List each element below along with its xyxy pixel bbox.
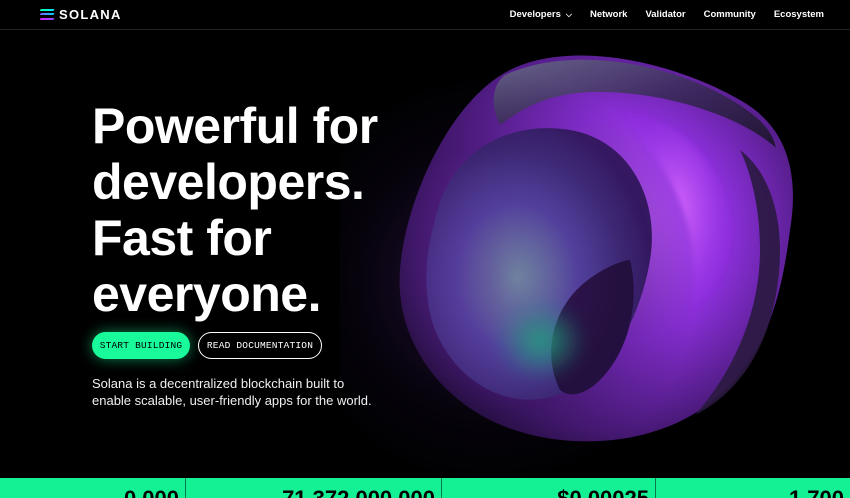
headline-line: everyone. [92,266,321,322]
headline-line: Fast for [92,210,272,266]
nav-links: Developers ⌵ Network Validator Community… [510,9,824,20]
solana-logo-icon [39,9,55,20]
stat-item: 0,000 [0,478,186,498]
nav-link-developers[interactable]: Developers ⌵ [510,9,572,20]
nav-link-label: Community [703,9,756,20]
nav-link-network[interactable]: Network [590,9,627,20]
nav-link-validator[interactable]: Validator [645,9,685,20]
nav-link-community[interactable]: Community [704,9,756,20]
logo-text: SOLANA [59,7,122,22]
top-nav: SOLANA Developers ⌵ Network Validator Co… [0,0,850,30]
stat-value: 1,700 [789,488,844,498]
stat-item: 1,700 [656,478,850,498]
solana-logo[interactable]: SOLANA [39,7,122,22]
nav-link-label: Validator [645,9,686,20]
headline-line: Powerful for [92,98,378,154]
nav-link-label: Network [589,9,628,20]
stat-value: 71,372,000,000 [282,488,435,498]
stats-ticker: 0,000 71,372,000,000 $0.00025 1,700 [0,478,850,498]
headline-line: developers. [92,154,365,210]
chevron-down-icon: ⌵ [565,9,572,19]
hero-description: Solana is a decentralized blockchain bui… [92,376,372,408]
hero-3d-artwork [340,30,850,478]
hero-headline: Powerful for developers. Fast for everyo… [92,98,412,322]
stat-item: 71,372,000,000 [186,478,442,498]
nav-link-label: Developers [509,9,561,20]
stat-value: 0,000 [124,488,179,498]
nav-link-ecosystem[interactable]: Ecosystem [774,9,824,20]
stat-value: $0.00025 [557,488,649,498]
nav-link-label: Ecosystem [773,9,824,20]
start-building-button[interactable]: START BUILDING [92,332,190,359]
read-documentation-button[interactable]: READ DOCUMENTATION [198,332,322,359]
stat-item: $0.00025 [442,478,656,498]
